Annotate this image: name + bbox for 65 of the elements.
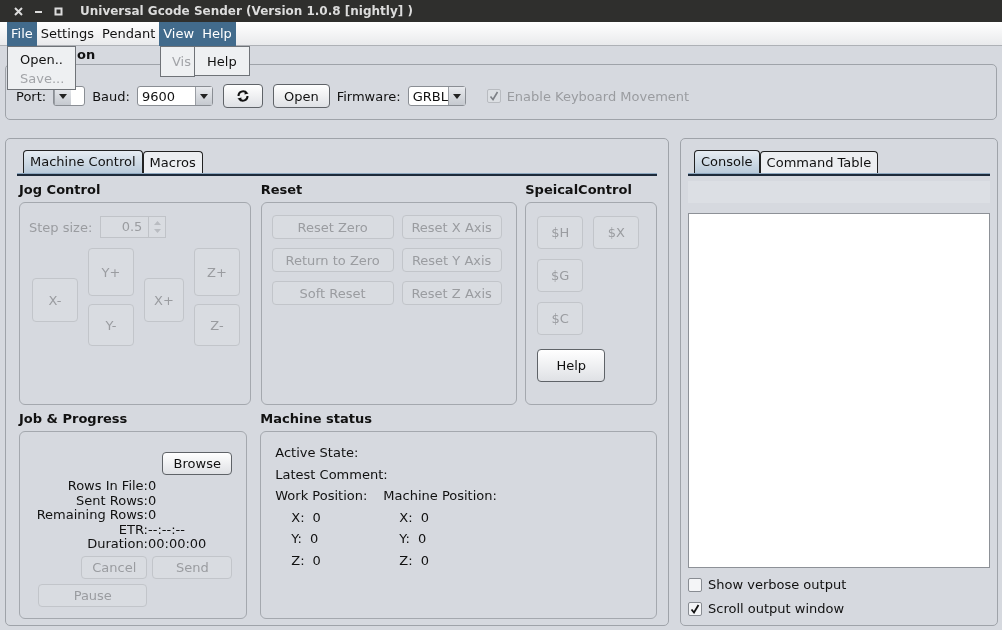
axis-label: X: <box>291 508 305 527</box>
stat-value: 0 <box>148 493 157 509</box>
axis-value: 0 <box>417 530 427 548</box>
section-title: SpeicalControl <box>525 182 633 198</box>
port-label: Port: <box>16 88 47 104</box>
axis-value: 0 <box>312 551 321 570</box>
menu-item[interactable]: Help <box>195 52 249 71</box>
maximize-icon[interactable] <box>54 6 63 16</box>
tab[interactable]: Macros <box>142 151 203 173</box>
section-title: Job & Progress <box>19 411 129 427</box>
section-title: Jog Control <box>19 182 102 198</box>
menu-item[interactable]: Pendant <box>98 21 160 46</box>
step-size-label: Step size: <box>29 219 93 235</box>
section-title: Reset <box>260 182 304 198</box>
tab[interactable]: Machine Control <box>23 150 143 173</box>
status-label: Machine Position: <box>383 487 497 505</box>
check-icon <box>488 91 499 101</box>
refresh-icon <box>235 89 250 103</box>
stat-label: Rows In File: <box>66 479 148 494</box>
firmware-dropdown[interactable]: GRBL <box>407 86 466 106</box>
command-button[interactable]: Help <box>537 349 606 382</box>
menu-item[interactable]: View <box>159 21 199 46</box>
menu-item[interactable]: Settings <box>36 21 99 46</box>
axis-value: 0 <box>312 508 321 527</box>
option-checkbox[interactable]: Show verbose output <box>688 577 990 592</box>
status-label: Latest Comment: <box>275 465 389 484</box>
tab[interactable]: Command Table <box>759 151 879 173</box>
stat-label: ETR: <box>117 522 148 538</box>
stat-value: 0 <box>148 479 157 494</box>
open-button[interactable]: Open <box>272 84 330 108</box>
menu-item[interactable]: File <box>7 21 37 46</box>
axis-label: Y: <box>399 530 410 548</box>
caret-icon <box>199 93 208 99</box>
status-label: Work Position: <box>275 487 368 505</box>
close-icon[interactable] <box>14 6 23 16</box>
axis-label: X: <box>399 508 413 527</box>
menu-item[interactable]: Open.. <box>8 50 75 69</box>
section-title: on <box>77 47 96 62</box>
option-checkbox[interactable]: Scroll output window <box>688 601 990 616</box>
axis-value: 0 <box>420 551 429 570</box>
refresh-button[interactable] <box>222 84 263 108</box>
axis-label: Z: <box>291 551 305 570</box>
axis-value: 0 <box>420 508 429 527</box>
stat-value: --:--:-- <box>148 522 185 538</box>
tab[interactable]: Console <box>694 150 760 173</box>
spinner-arrows-icon <box>153 220 161 234</box>
baud-dropdown[interactable]: 9600 <box>136 86 213 106</box>
stat-value: 0 <box>148 508 157 523</box>
section-title: Machine status <box>260 411 373 427</box>
axis-label: Y: <box>291 530 302 548</box>
stat-label: Sent Rows: <box>75 493 148 509</box>
stat-label: Duration: <box>86 537 148 552</box>
caret-icon <box>452 93 461 99</box>
stat-value: 00:00:00 <box>148 537 207 552</box>
menu-item[interactable]: Help <box>198 21 236 46</box>
baud-label: Baud: <box>92 88 130 104</box>
caret-icon <box>59 93 68 99</box>
status-label: Active State: <box>275 444 360 462</box>
axis-value: 0 <box>309 530 319 548</box>
firmware-label: Firmware: <box>336 88 401 104</box>
browse-button[interactable]: Browse <box>162 452 233 475</box>
stat-label: Remaining Rows: <box>35 508 148 523</box>
check-icon <box>690 603 700 614</box>
window-title: Universal Gcode Sender (Version 1.0.8 [nightly] ) <box>80 4 413 18</box>
axis-label: Z: <box>399 551 413 570</box>
